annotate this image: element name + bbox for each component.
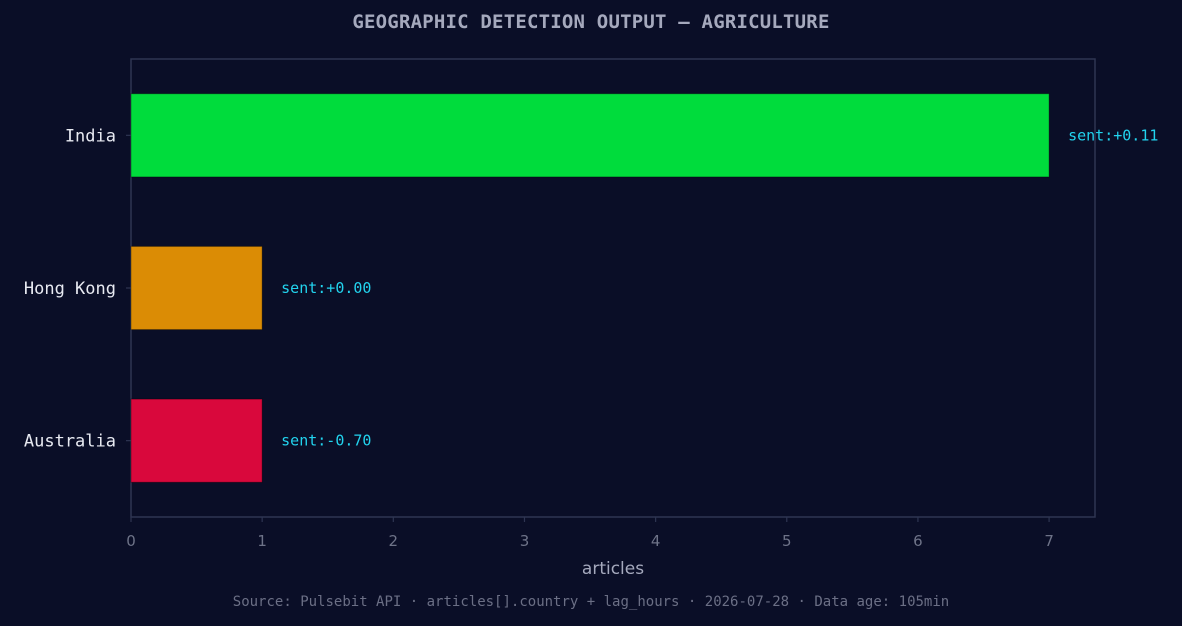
category-label: Australia xyxy=(24,432,116,452)
source-footer: Source: Pulsebit API · articles[].countr… xyxy=(232,594,950,610)
x-tick-label: 5 xyxy=(782,532,792,550)
bar xyxy=(130,93,1050,178)
x-tick-label: 3 xyxy=(520,532,530,550)
bar xyxy=(130,398,263,483)
x-tick-label: 4 xyxy=(651,532,661,550)
x-axis-label: articles xyxy=(582,559,644,579)
sentiment-annotation: sent:+0.11 xyxy=(1068,126,1158,144)
bar-chart: 0 1 2 3 4 5 6 7 articles India sent:+0.11 Hong Kong… xyxy=(24,58,1158,579)
category-label: India xyxy=(65,126,116,146)
x-tick-label: 7 xyxy=(1044,532,1054,550)
x-tick-label: 1 xyxy=(257,532,267,550)
sentiment-annotation: sent:+0.00 xyxy=(281,279,371,297)
x-tick-label: 0 xyxy=(126,532,136,550)
sentiment-annotation: sent:-0.70 xyxy=(281,432,371,450)
bar xyxy=(130,245,263,331)
x-tick-label: 2 xyxy=(389,532,399,550)
x-tick-label: 6 xyxy=(913,532,923,550)
category-label: Hong Kong xyxy=(24,279,116,299)
